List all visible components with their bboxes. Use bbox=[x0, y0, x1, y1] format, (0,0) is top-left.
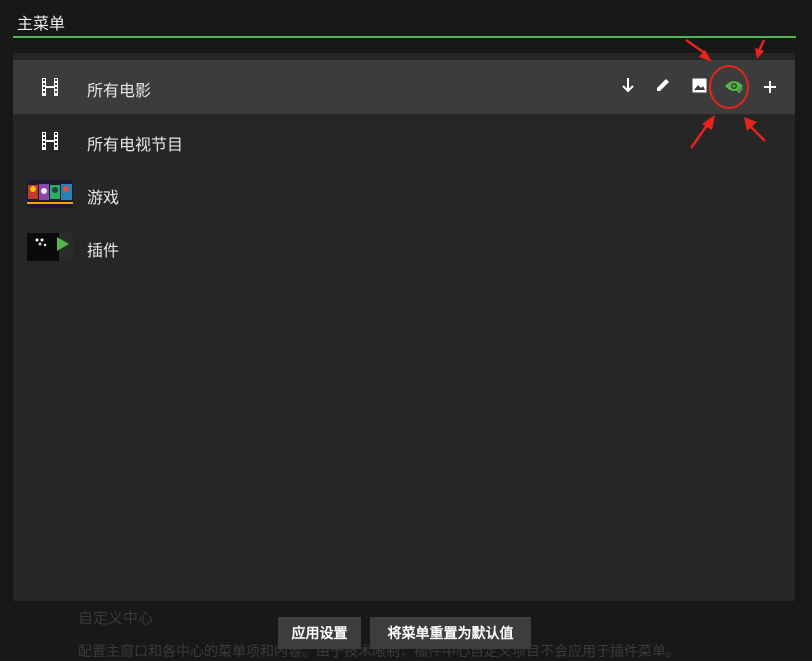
annotation-arrow bbox=[744, 117, 766, 142]
games-thumbnail bbox=[27, 180, 73, 208]
main-menu-header: 主菜单 bbox=[13, 0, 796, 38]
menu-item-label: 所有电影 bbox=[87, 81, 152, 100]
annotation-arrow bbox=[685, 38, 712, 62]
menu-item-label: 所有电视节目 bbox=[87, 135, 184, 154]
menu-item-all-tv-shows[interactable]: 所有电视节目 bbox=[13, 114, 795, 168]
menu-item-label: 插件 bbox=[87, 241, 120, 260]
move-down-button[interactable] bbox=[615, 74, 641, 100]
add-button[interactable] bbox=[757, 74, 783, 100]
menu-item-label: 游戏 bbox=[87, 188, 120, 207]
plus-icon bbox=[764, 78, 776, 97]
apply-settings-button[interactable]: 应用设置 bbox=[278, 617, 361, 649]
menu-item-all-movies[interactable]: 所有电影 bbox=[13, 60, 795, 114]
section-heading: 自定义中心 bbox=[78, 609, 154, 627]
image-icon bbox=[692, 78, 707, 97]
addons-thumbnail bbox=[27, 233, 73, 261]
annotation-arrow bbox=[689, 115, 715, 149]
menu-items-list: 所有电影 所有电视节目 游戏 插件 bbox=[13, 53, 795, 601]
menu-item-games[interactable]: 游戏 bbox=[13, 167, 795, 221]
edit-pencil-icon bbox=[655, 77, 671, 97]
annotation-arrow bbox=[755, 39, 766, 59]
film-icon bbox=[27, 127, 73, 155]
annotation-circle bbox=[709, 65, 749, 109]
page-title: 主菜单 bbox=[17, 14, 66, 33]
edit-button[interactable] bbox=[650, 74, 676, 100]
menu-item-addons[interactable]: 插件 bbox=[13, 220, 795, 274]
film-icon bbox=[27, 73, 73, 101]
arrow-down-icon bbox=[621, 77, 635, 97]
reset-menu-button[interactable]: 将菜单重置为默认值 bbox=[370, 617, 531, 649]
